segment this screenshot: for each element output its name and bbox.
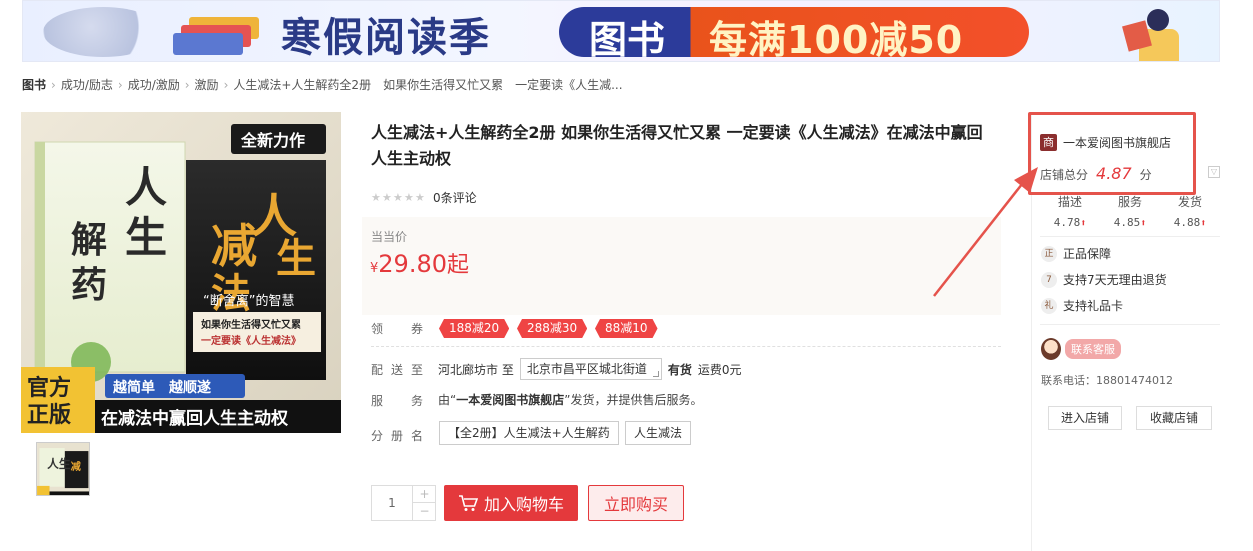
cover-right-sub2: 一定要读《人生减法》 bbox=[201, 334, 301, 347]
coupon-tag[interactable]: 288减30 bbox=[517, 319, 587, 338]
chevron-right-icon: › bbox=[184, 78, 190, 92]
address-select[interactable]: 北京市昌平区城北街道 bbox=[519, 358, 662, 380]
star-icon: ★ bbox=[404, 190, 414, 204]
divider bbox=[1040, 236, 1220, 237]
cover-left-char-4: 药 bbox=[71, 264, 107, 306]
chevron-down-icon[interactable]: ▽ bbox=[1208, 166, 1220, 178]
increment-button[interactable]: + bbox=[412, 486, 436, 503]
coupon-tag[interactable]: 88减10 bbox=[595, 319, 658, 338]
cover-right-badge: 全新力作 bbox=[240, 131, 305, 150]
contact-service-button[interactable]: 联系客服 bbox=[1065, 339, 1121, 359]
favorite-shop-button[interactable]: 收藏店铺 bbox=[1136, 406, 1212, 430]
breadcrumb: 图书 › 成功/励志 › 成功/激励 › 激励 › 人生减法+人生解药全2册 如果你生活得又忙又… bbox=[22, 76, 623, 93]
add-to-cart-button[interactable]: 加入购物车 bbox=[444, 485, 578, 521]
shipping-row: 河北廊坊市 至 北京市昌平区城北街道 有货 运费0元 bbox=[438, 358, 742, 380]
breadcrumb-item[interactable]: 成功/励志 bbox=[61, 78, 113, 92]
product-main-image[interactable]: 人 生 解 药 全新力作 人 减 生 法 “断舍离”的智慧 如果你生活得又忙又累… bbox=[21, 112, 341, 433]
breadcrumb-current: 人生减法+人生解药全2册 如果你生活得又忙又累 一定要读《人生减... bbox=[233, 78, 623, 92]
banner-title: 寒假阅读季 bbox=[281, 14, 491, 61]
guarantee-item: 正 正品保障 bbox=[1041, 245, 1111, 262]
cover-official-2: 正版 bbox=[27, 403, 71, 428]
product-title: 人生减法+人生解药全2册 如果你生活得又忙又累 一定要读《人生减法》在减法中赢回… bbox=[371, 123, 983, 168]
cover-bottom-main: 在减法中赢回人生主动权 bbox=[101, 408, 289, 429]
arrow-up-icon: ⬆ bbox=[1140, 218, 1147, 229]
freight: 运费0元 bbox=[697, 362, 742, 377]
product-thumbnail[interactable]: 人生 减 bbox=[36, 442, 90, 496]
chevron-right-icon: › bbox=[117, 78, 123, 92]
cover-official-1: 官方 bbox=[27, 375, 71, 401]
price: ¥29.80起 bbox=[370, 250, 470, 278]
customer-service[interactable]: 联系客服 bbox=[1041, 338, 1121, 360]
reader-illustration bbox=[1122, 3, 1189, 61]
ship-label: 配送至 bbox=[371, 363, 432, 377]
guarantee-item: 7 支持7天无理由退货 bbox=[1041, 271, 1167, 288]
decrement-button[interactable]: − bbox=[412, 503, 436, 520]
service-shop-link[interactable]: 一本爱阅图书旗舰店 bbox=[456, 393, 564, 407]
star-icon: ★ bbox=[393, 190, 403, 204]
banner-promo-pill: 图书 每满100减50 bbox=[559, 7, 1029, 61]
return-7day-icon: 7 bbox=[1041, 271, 1057, 288]
divider bbox=[1040, 324, 1220, 325]
promo-banner[interactable]: 寒假阅读季 图书 每满100减50 bbox=[22, 0, 1220, 62]
cart-icon bbox=[458, 495, 478, 511]
banner-promo-text: 每满100减50 bbox=[709, 18, 964, 62]
score-col: 发货 4.88⬆ bbox=[1173, 195, 1207, 229]
review-count-link[interactable]: 0条评论 bbox=[433, 189, 477, 206]
service-label: 服 务 bbox=[371, 394, 432, 408]
chevron-right-icon: › bbox=[223, 78, 229, 92]
arrow-up-icon: ⬆ bbox=[1200, 218, 1207, 229]
banner-books-illustration bbox=[173, 33, 243, 55]
cover-right-char-3: 生 bbox=[276, 235, 316, 282]
shop-score-columns: 描述 4.78⬆ 服务 4.85⬆ 发货 4.88⬆ bbox=[1040, 193, 1220, 229]
svg-text:人生: 人生 bbox=[47, 457, 71, 471]
stock-status: 有货 bbox=[667, 362, 692, 377]
variant-option[interactable]: 人生减法 bbox=[625, 421, 692, 445]
coupon-label: 领 券 bbox=[371, 322, 432, 336]
arrow-up-icon: ⬆ bbox=[1080, 218, 1087, 229]
score-col: 服务 4.85⬆ bbox=[1113, 195, 1147, 229]
price-value: 29.80 bbox=[378, 250, 447, 278]
banner-tag: 图书 bbox=[589, 18, 666, 62]
cover-right-char-2: 减 bbox=[211, 219, 257, 273]
breadcrumb-item[interactable]: 图书 bbox=[22, 78, 46, 92]
variant-label: 分册名 bbox=[371, 429, 432, 443]
price-label: 当当价 bbox=[371, 230, 408, 244]
shop-phone: 联系电话：18801474012 bbox=[1041, 374, 1173, 387]
star-icon: ★ bbox=[371, 190, 381, 204]
breadcrumb-item[interactable]: 激励 bbox=[195, 78, 219, 92]
star-icon: ★ bbox=[382, 190, 392, 204]
chevron-right-icon: › bbox=[51, 78, 56, 92]
cover-left-char-2: 生 bbox=[125, 213, 167, 262]
coupon-tag[interactable]: 188减20 bbox=[439, 319, 509, 338]
genuine-icon: 正 bbox=[1041, 245, 1057, 262]
banner-decoration bbox=[43, 7, 163, 57]
rating-row: ★ ★ ★ ★ ★ 0条评论 bbox=[371, 189, 477, 206]
star-icon: ★ bbox=[415, 190, 425, 204]
price-box: 当当价 ¥29.80起 bbox=[362, 217, 1001, 315]
service-text: 由“一本爱阅图书旗舰店”发货，并提供售后服务。 bbox=[438, 393, 703, 407]
variant-option[interactable]: 【全2册】人生减法+人生解药 bbox=[439, 421, 619, 445]
annotation-highlight-box bbox=[1028, 112, 1196, 195]
quantity-input[interactable]: 1 bbox=[372, 486, 412, 520]
ship-from: 河北廊坊市 至 bbox=[438, 362, 514, 377]
cover-left-char-1: 人 bbox=[125, 163, 167, 212]
quantity-stepper: 1 + − bbox=[371, 485, 436, 521]
score-col: 描述 4.78⬆ bbox=[1053, 195, 1087, 229]
star-rating: ★ ★ ★ ★ ★ bbox=[371, 190, 425, 204]
gift-card-icon: 礼 bbox=[1041, 297, 1057, 314]
cover-bottom-top: 越简单 越顺遂 bbox=[112, 379, 211, 396]
cover-right-quote: “断舍离”的智慧 bbox=[203, 293, 294, 309]
enter-shop-button[interactable]: 进入店铺 bbox=[1048, 406, 1122, 430]
breadcrumb-item[interactable]: 成功/激励 bbox=[128, 78, 180, 92]
cover-right-sub1: 如果你生活得又忙又累 bbox=[201, 318, 301, 331]
cover-left-char-3: 解 bbox=[71, 219, 107, 261]
add-to-cart-label: 加入购物车 bbox=[483, 495, 564, 514]
avatar bbox=[1041, 338, 1061, 360]
guarantee-item: 礼 支持礼品卡 bbox=[1041, 297, 1123, 314]
svg-text:减: 减 bbox=[71, 460, 81, 473]
buy-now-button[interactable]: 立即购买 bbox=[588, 485, 684, 521]
divider bbox=[371, 346, 1001, 347]
